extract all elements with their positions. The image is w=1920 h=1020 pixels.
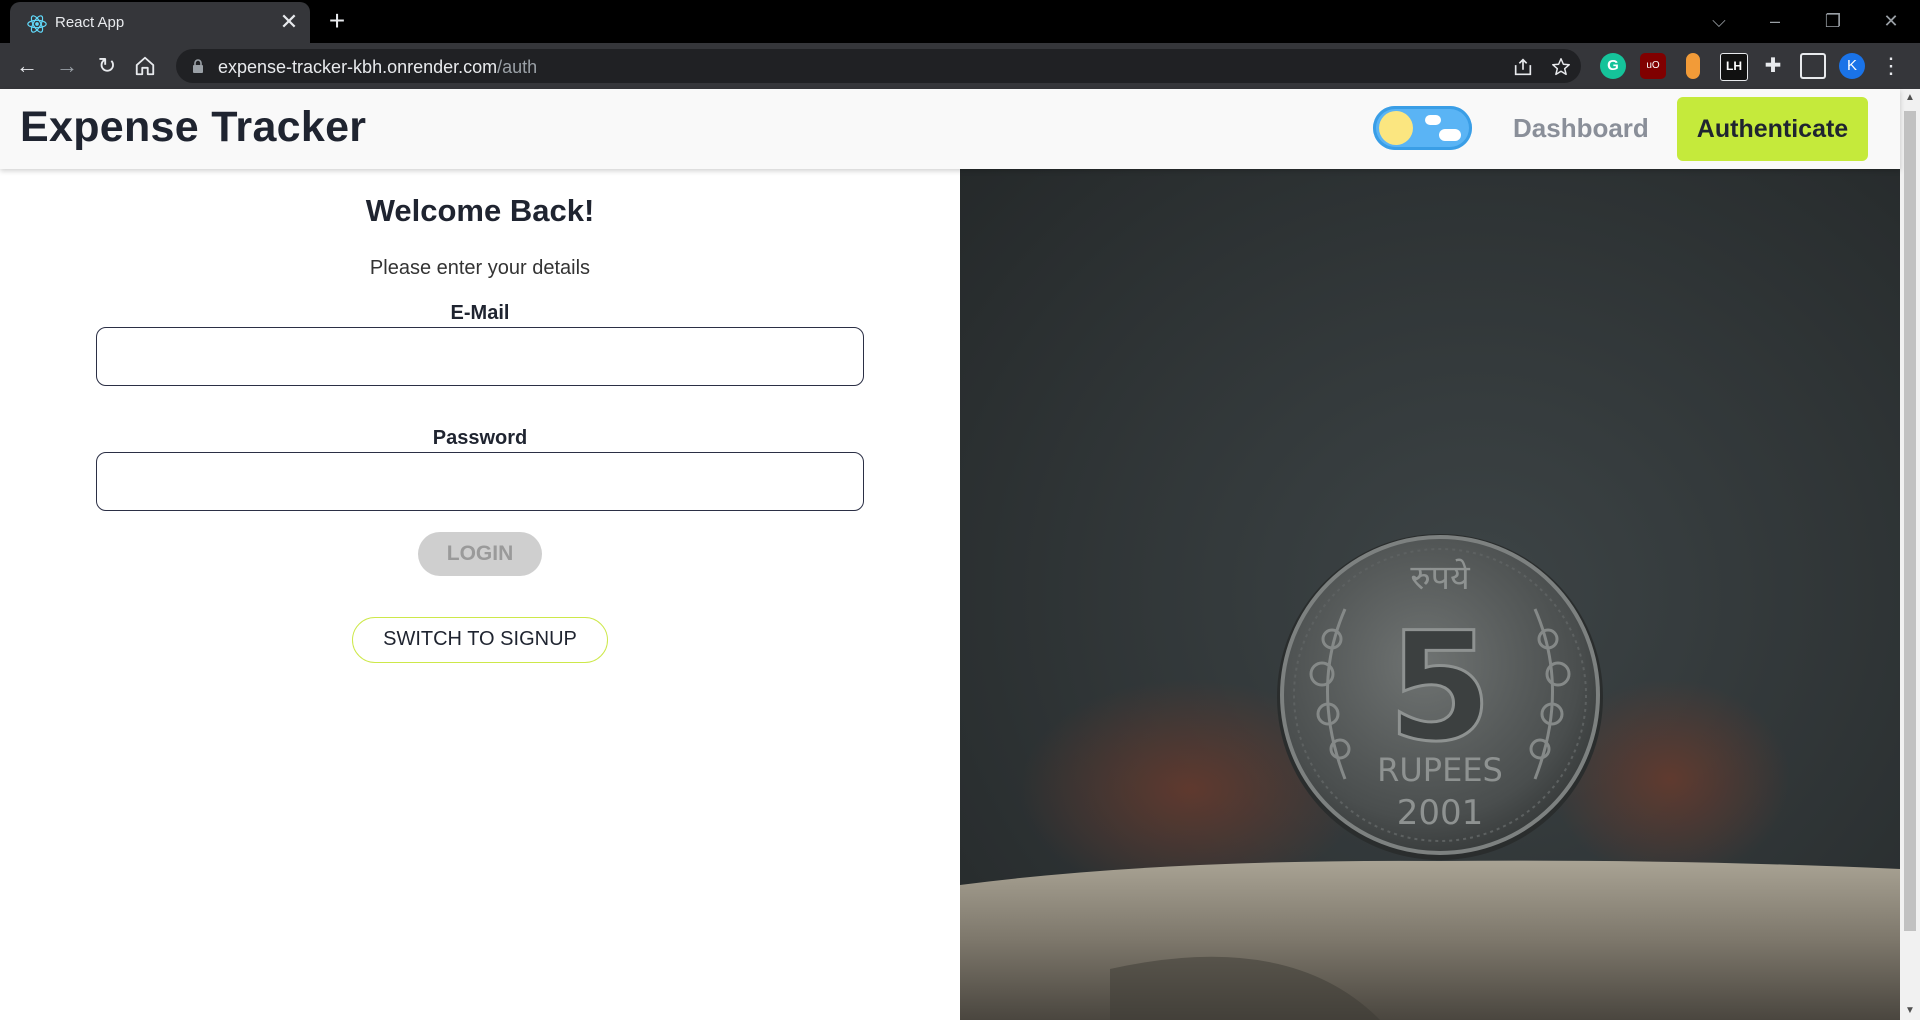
extensions-puzzle-icon[interactable]: ✚: [1760, 53, 1786, 79]
new-tab-button[interactable]: +: [324, 7, 350, 35]
browser-tab-strip: React App ✕ + ⌵ – ❐ ✕: [0, 0, 1920, 43]
forward-arrow-icon[interactable]: →: [53, 52, 81, 80]
page-title: Welcome Back!: [365, 193, 595, 228]
url-path: /auth: [497, 57, 538, 77]
nav-link-dashboard[interactable]: Dashboard: [1513, 113, 1649, 144]
password-field[interactable]: [96, 452, 864, 511]
page-scrollbar[interactable]: ▲ ▼: [1900, 89, 1920, 1020]
switch-to-signup-button[interactable]: SWITCH TO SIGNUP: [352, 617, 608, 663]
nav-link-authenticate[interactable]: Authenticate: [1677, 97, 1868, 161]
share-icon[interactable]: [1512, 56, 1534, 78]
page-subtitle: Please enter your details: [369, 257, 591, 279]
react-logo-icon: [27, 15, 47, 33]
hero-image: रुपये 5 RUPEES 2001: [960, 169, 1900, 1020]
profile-avatar[interactable]: K: [1839, 53, 1865, 79]
cloud-icon: [1439, 129, 1461, 141]
bookmark-star-icon[interactable]: [1550, 56, 1572, 78]
login-button[interactable]: LOGIN: [418, 532, 542, 576]
password-label: Password: [432, 427, 528, 449]
auth-panel: Welcome Back! Please enter your details …: [0, 169, 960, 1020]
scroll-down-icon[interactable]: ▼: [1900, 1002, 1920, 1020]
sun-icon: [1379, 111, 1413, 145]
back-arrow-icon[interactable]: ←: [13, 52, 41, 80]
ublock-extension-icon[interactable]: uO: [1640, 53, 1666, 79]
app-navbar: Expense Tracker Dashboard Authenticate: [0, 89, 1900, 169]
lock-icon[interactable]: [190, 58, 206, 74]
tab-close-icon[interactable]: ✕: [278, 11, 300, 33]
close-window-icon[interactable]: ✕: [1876, 8, 1906, 34]
browser-tab[interactable]: React App ✕: [10, 2, 310, 43]
scroll-up-icon[interactable]: ▲: [1900, 89, 1920, 107]
lighthouse-extension-icon[interactable]: LH: [1720, 53, 1748, 81]
coin-value: 5: [1388, 601, 1492, 775]
tab-search-icon[interactable]: ⌵: [1704, 8, 1734, 34]
address-bar[interactable]: expense-tracker-kbh.onrender.com/auth: [176, 49, 1581, 83]
tab-title: React App: [55, 14, 125, 31]
email-field[interactable]: [96, 327, 864, 386]
coin-top-text: रुपये: [1410, 558, 1471, 598]
home-icon[interactable]: [134, 55, 156, 77]
email-label: E-Mail: [450, 302, 510, 324]
scroll-thumb[interactable]: [1904, 111, 1916, 931]
grammarly-extension-icon[interactable]: G: [1600, 53, 1626, 79]
minimize-icon[interactable]: –: [1760, 8, 1790, 34]
app-title[interactable]: Expense Tracker: [20, 103, 366, 152]
theme-toggle[interactable]: [1373, 106, 1472, 150]
coin-year: 2001: [1397, 793, 1484, 833]
cloud-icon: [1425, 115, 1441, 125]
url-host: expense-tracker-kbh.onrender.com: [218, 57, 498, 77]
side-panel-icon[interactable]: [1800, 53, 1826, 79]
url-text[interactable]: expense-tracker-kbh.onrender.com/auth: [218, 57, 537, 78]
browser-toolbar: ← → ↻ expense-tracker-kbh.onrender.com/a…: [0, 43, 1920, 89]
coin-photo: रुपये 5 RUPEES 2001: [960, 169, 1900, 1020]
extension-icon[interactable]: [1686, 53, 1700, 79]
coin-unit: RUPEES: [1377, 751, 1503, 789]
menu-kebab-icon[interactable]: ⋮: [1880, 53, 1902, 79]
reload-icon[interactable]: ↻: [93, 52, 121, 80]
restore-icon[interactable]: ❐: [1818, 8, 1848, 34]
